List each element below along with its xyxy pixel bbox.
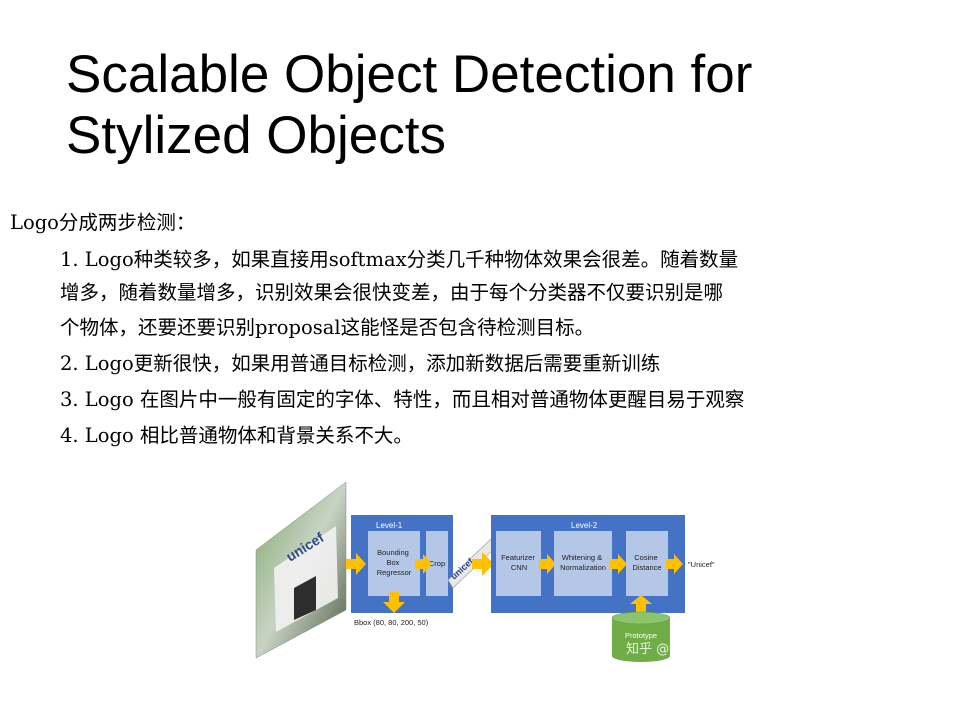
svg-text:Cosine Distance: Cosine Distance xyxy=(632,553,661,572)
whitening-label-2: Normalization xyxy=(560,563,606,572)
bbox-regressor-label-1: Bounding xyxy=(377,548,409,557)
slide-title-line-1: Scalable Object Detection for xyxy=(66,45,753,104)
cosine-label-1: Cosine xyxy=(634,553,657,562)
intro-line: Logo分成两步检测： xyxy=(10,211,196,234)
featurizer-label-2: CNN xyxy=(511,563,527,572)
level-1-label: Level-1 xyxy=(376,521,403,530)
point-4-line: 4. Logo 相比普通物体和背景关系不大。 xyxy=(60,424,413,447)
whitening-label-1: Whitening & xyxy=(562,553,602,562)
point-2-line: 2. Logo更新很快，如果用普通目标检测，添加新数据后需要重新训练 xyxy=(60,352,661,375)
point-1-line-3: 个物体，还要还要识别proposal这能怪是否包含待检测目标。 xyxy=(60,316,595,339)
output-label: "Unicef" xyxy=(688,560,715,569)
watermark: 知乎 @vision xyxy=(626,642,708,657)
bbox-caption: Bbox (80, 80, 200, 50) xyxy=(354,618,429,627)
svg-text:Whitening & Normalizatio: Whitening & Normalization xyxy=(560,553,606,572)
cosine-label-2: Distance xyxy=(632,563,661,572)
point-1-line-1: 1. Logo种类较多，如果直接用softmax分类几千种物体效果会很差。随着数… xyxy=(60,248,739,271)
slide-title-line-2: Stylized Objects xyxy=(66,106,446,165)
point-1-line-2: 增多，随着数量增多，识别效果会很快变差，由于每个分类器不仅要识别是哪 xyxy=(60,281,724,304)
bbox-regressor-label-2: Box xyxy=(386,558,399,567)
level-2-label: Level-2 xyxy=(571,521,598,530)
input-photo: unicef xyxy=(255,481,347,659)
featurizer-label-1: Featurizer xyxy=(501,553,535,562)
point-3-line: 3. Logo 在图片中一般有固定的字体、特性，而且相对普通物体更醒目易于观察 xyxy=(60,388,745,411)
slide-title: Scalable Object Detection for Stylized O… xyxy=(66,44,936,166)
bbox-regressor-label-3: Regressor xyxy=(377,568,412,577)
